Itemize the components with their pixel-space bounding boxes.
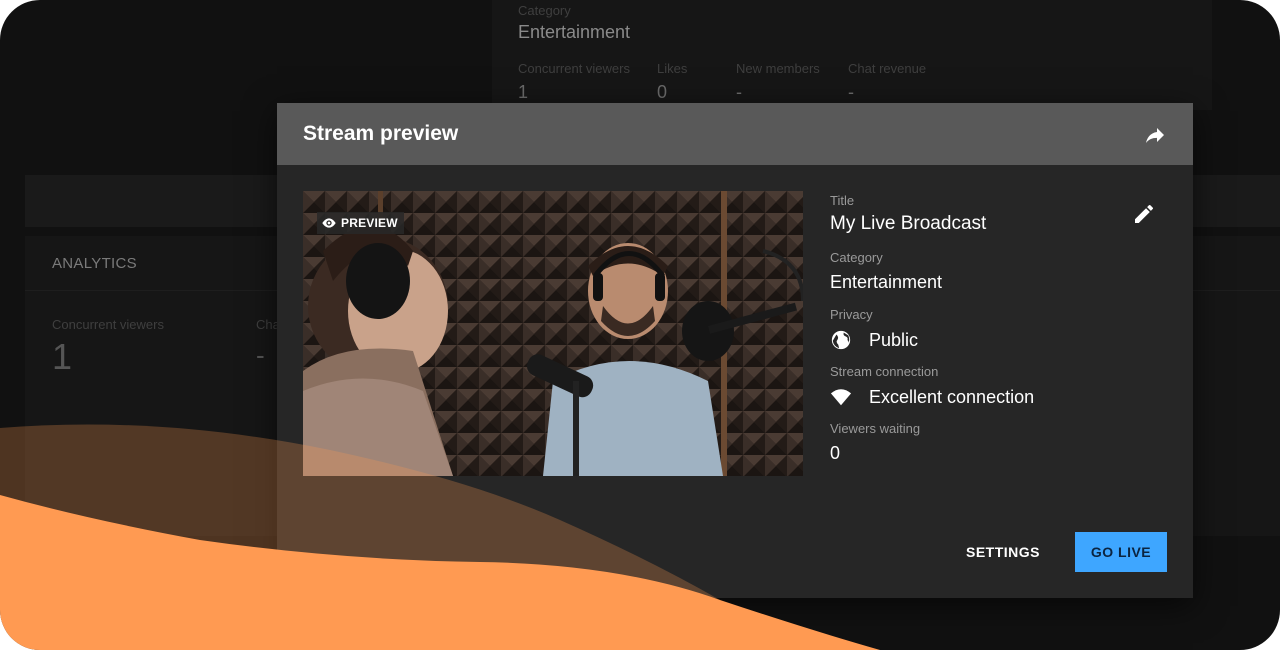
decorative-wave bbox=[0, 424, 880, 650]
app-frame: Category Entertainment Concurrent viewer… bbox=[0, 0, 1280, 650]
